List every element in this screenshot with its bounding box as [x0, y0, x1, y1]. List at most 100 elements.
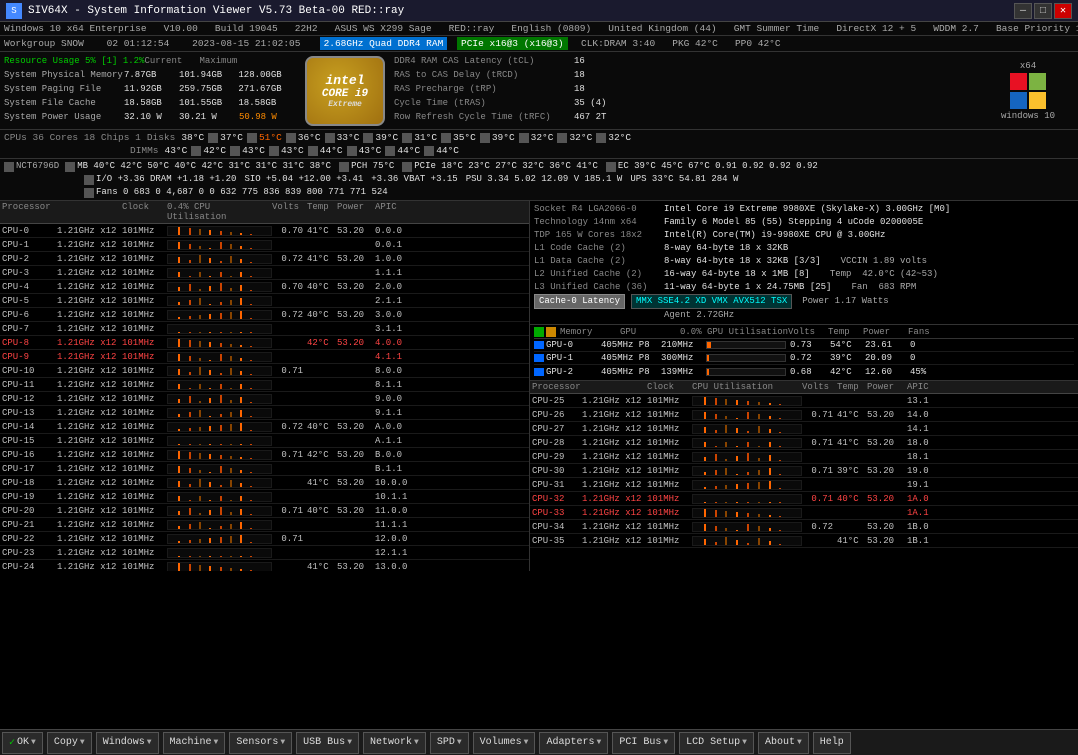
- intel-logo: intel CORE i9 Extreme: [305, 56, 385, 126]
- cpu-graph: [167, 296, 272, 306]
- disks-label: Disks: [147, 131, 176, 144]
- cpu-clock: 101MHz: [122, 478, 167, 488]
- cpu-name: CPU-13: [2, 408, 57, 418]
- cpu-apic: 4.1.1: [375, 352, 410, 362]
- rcpu-graph: [692, 438, 802, 448]
- cpu-l1data-label: L1 Data Cache (2): [534, 255, 664, 268]
- ok-label: OK: [17, 737, 29, 748]
- volumes-button[interactable]: Volumes ▼: [473, 732, 536, 754]
- ok-arrow: ▼: [31, 738, 36, 747]
- cpu-name: CPU-9: [2, 352, 57, 362]
- cpu-color-4: [325, 133, 335, 143]
- gpu2-temp: 42°C: [830, 367, 865, 377]
- cpu-clock: 101MHz: [122, 506, 167, 516]
- cpu-name: CPU-16: [2, 450, 57, 460]
- cpu-volts: 0.70: [272, 282, 307, 292]
- cpu-temp: 40°C: [307, 310, 337, 320]
- rcpu-graph: [692, 396, 802, 406]
- cpu-freq: 1.21GHz x12: [57, 436, 122, 446]
- ddr-ras-pre-label: RAS Precharge (tRP): [394, 82, 574, 96]
- cpu-row: CPU-21 1.21GHz x12 101MHz 11.1.1: [0, 518, 529, 532]
- gpu2-name: GPU-2: [546, 367, 601, 377]
- mmx-btn: MMX SSE4.2 XD VMX AVX512 TSX: [631, 294, 792, 309]
- cpu-name: CPU-6: [2, 310, 57, 320]
- cpu-temp: 41°C: [307, 562, 337, 572]
- cpu-row: CPU-18 1.21GHz x12 101MHz 41°C 53.20 10.…: [0, 476, 529, 490]
- adapters-button[interactable]: Adapters ▼: [539, 732, 608, 754]
- network-button[interactable]: Network ▼: [363, 732, 426, 754]
- cpu-graph: [167, 240, 272, 250]
- paging-current: 11.92GB: [124, 82, 179, 96]
- cpu-right-header: Processor Clock CPU Utilisation Volts Te…: [530, 381, 1078, 394]
- cpu-tech-label: Technology 14nm x64: [534, 216, 664, 229]
- machine-button[interactable]: Machine ▼: [163, 732, 226, 754]
- rcpu-freq: 1.21GHz x12: [582, 522, 647, 532]
- cpu-row: CPU-15 1.21GHz x12 101MHz A.1.1: [0, 434, 529, 448]
- cpu-left-panel[interactable]: Processor Clock 0.4% CPU Utilisation Vol…: [0, 201, 530, 571]
- maximize-button[interactable]: □: [1034, 3, 1052, 19]
- cpu-freq: 1.21GHz x12: [57, 366, 122, 376]
- rcpu-freq: 1.21GHz x12: [582, 466, 647, 476]
- nct-ups: UPS 33°C 54.81 284 W: [630, 173, 738, 186]
- spd-button[interactable]: SPD ▼: [430, 732, 469, 754]
- title-bar: S SIV64X - System Information Viewer V5.…: [0, 0, 1078, 22]
- cpu-name: CPU-1: [2, 240, 57, 250]
- gpu0-graph: [706, 341, 786, 349]
- gpu-fans-label: Fans: [908, 327, 938, 337]
- cpu-header-processor: Processor: [2, 202, 57, 222]
- help-label: Help: [820, 737, 844, 748]
- cpu-clock: 101MHz: [122, 310, 167, 320]
- cpu-cache-row: Cache-0 Latency MMX SSE4.2 XD VMX AVX512…: [534, 294, 1074, 309]
- windows-button[interactable]: Windows ▼: [96, 732, 159, 754]
- close-button[interactable]: ✕: [1054, 3, 1072, 19]
- cache-latency-btn[interactable]: Cache-0 Latency: [534, 294, 625, 309]
- cpu-freq: 1.21GHz x12: [57, 282, 122, 292]
- cpu-power: 53.20: [337, 506, 375, 516]
- gpu1-freq: 405MHz P8: [601, 353, 661, 363]
- usb-button[interactable]: USB Bus ▼: [296, 732, 359, 754]
- cpu-tdp-row: TDP 165 W Cores 18x2 Intel(R) Core(TM) i…: [534, 229, 1074, 242]
- gpu0-power: 23.61: [865, 340, 910, 350]
- gpu-label: GPU: [620, 327, 680, 337]
- cpu-temp: 41°C: [307, 254, 337, 264]
- cpu-right-row: CPU-34 1.21GHz x12 101MHz 0.72 53.20 1B.…: [530, 520, 1078, 534]
- cpu-row: CPU-1 1.21GHz x12 101MHz 0.0.1: [0, 238, 529, 252]
- rcpu-name: CPU-27: [532, 424, 582, 434]
- cpu-freq: 1.21GHz x12: [57, 548, 122, 558]
- nct-mb: MB 40°C 42°C 50°C 40°C 42°C 31°C 31°C 31…: [77, 160, 331, 173]
- cpu-row: CPU-17 1.21GHz x12 101MHz B.1.1: [0, 462, 529, 476]
- right-panel[interactable]: Socket R4 LGA2066-0 Intel Core i9 Extrem…: [530, 201, 1078, 571]
- cpu-right-row: CPU-35 1.21GHz x12 101MHz 41°C 53.20 1B.…: [530, 534, 1078, 548]
- info-bar-1: Windows 10 x64 Enterprise V10.00 Build 1…: [0, 22, 1078, 36]
- cpu-volts: 0.71: [272, 506, 307, 516]
- cpu-apic: 4.0.0: [375, 338, 410, 348]
- about-button[interactable]: About ▼: [758, 732, 809, 754]
- rcpu-freq: 1.21GHz x12: [582, 438, 647, 448]
- cpu-volts: 0.72: [272, 422, 307, 432]
- cpu-freq: 1.21GHz x12: [57, 226, 122, 236]
- cpu-header-freq: [57, 202, 122, 222]
- cpu-row: CPU-9 1.21GHz x12 101MHz 4.1.1: [0, 350, 529, 364]
- cpu-right-row: CPU-31 1.21GHz x12 101MHz 19.1: [530, 478, 1078, 492]
- rcpu-apic: 1A.0: [907, 494, 942, 504]
- cpu-clock: 101MHz: [122, 520, 167, 530]
- lcdsetup-button[interactable]: LCD Setup ▼: [679, 732, 754, 754]
- gpu1-mem: 300MHz: [661, 353, 706, 363]
- sensors-button[interactable]: Sensors ▼: [229, 732, 292, 754]
- minimize-button[interactable]: —: [1014, 3, 1032, 19]
- ok-button[interactable]: ✓ OK ▼: [2, 732, 43, 754]
- help-button[interactable]: Help: [813, 732, 851, 754]
- pcibus-button[interactable]: PCI Bus ▼: [612, 732, 675, 754]
- gpu-power-label: Power: [863, 327, 908, 337]
- copy-button[interactable]: Copy ▼: [47, 732, 92, 754]
- cpu-power: 53.20: [337, 422, 375, 432]
- cpu-name: CPU-0: [2, 226, 57, 236]
- cpu-graph: [167, 450, 272, 460]
- rcpu-name: CPU-32: [532, 494, 582, 504]
- temp-section: CPUs 36 Cores 18 Chips 1 Disks 38°C 37°C…: [0, 130, 1078, 159]
- cpu-clock: 101MHz: [122, 380, 167, 390]
- cpu-graph: [167, 562, 272, 572]
- cpu-apic: 2.1.1: [375, 296, 410, 306]
- gpu2-volts: 0.68: [790, 367, 830, 377]
- gpu0-bar: [707, 342, 711, 348]
